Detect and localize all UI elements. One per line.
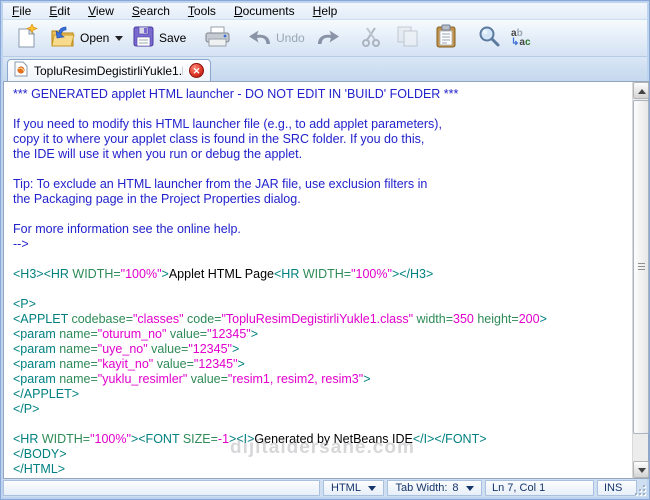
scroll-up-button[interactable] [633, 82, 649, 99]
tab-width-label: Tab Width: [395, 482, 448, 494]
code-line: <param name="yuklu_resimler" value="resi… [13, 372, 371, 386]
tab-width-dropdown[interactable]: Tab Width: 8 [387, 480, 482, 496]
undo-button-label: Undo [276, 31, 305, 45]
save-button[interactable]: Save [129, 23, 189, 53]
menu-edit[interactable]: Edit [40, 3, 79, 20]
code-line: the IDE will use it when you run or debu… [13, 147, 303, 161]
insert-mode-value: INS [604, 482, 623, 494]
new-file-icon [16, 23, 38, 52]
new-file-button[interactable] [13, 23, 41, 53]
code-line: the Packaging page in the Project Proper… [13, 192, 301, 206]
code-line: --> [13, 237, 29, 251]
open-button-label: Open [80, 31, 110, 45]
undo-icon [248, 27, 272, 49]
menubar: File Edit View Search Tools Documents Help [3, 3, 647, 20]
code-line: <param name="uye_no" value="12345"> [13, 342, 240, 356]
code-line: For more information see the online help… [13, 222, 241, 236]
scrollbar-thumb[interactable] [633, 100, 649, 434]
scroll-up-arrow-icon [638, 89, 646, 94]
tab-width-arrow-icon [465, 485, 474, 491]
code-line: <H3><HR WIDTH="100%">Applet HTML Page<HR… [13, 267, 434, 281]
code-line: </BODY> [13, 447, 67, 461]
editor-pane[interactable]: *** GENERATED applet HTML launcher - DO … [3, 81, 649, 479]
caret-position-value: Ln 7, Col 1 [492, 482, 546, 494]
code-line: <HR WIDTH="100%"><FONT SIZE=-1><I>Genera… [13, 432, 487, 446]
tab-topluresimdegistirliyukle1[interactable]: TopluResimDegistirliYukle1.html ✕ [7, 59, 211, 81]
caret-position-panel: Ln 7, Col 1 [485, 480, 594, 496]
copy-pages-icon [396, 25, 420, 51]
toolbar: Open Save Undo ab ↳ac [3, 20, 647, 57]
code-line: <APPLET codebase="classes" code="TopluRe… [13, 312, 547, 326]
statusbar: HTML Tab Width: 8 Ln 7, Col 1 INS [3, 479, 647, 497]
print-button[interactable] [201, 23, 234, 53]
code-line: </P> [13, 402, 40, 416]
menu-view[interactable]: View [79, 3, 123, 20]
scroll-down-arrow-icon [638, 468, 646, 473]
tab-width-value: 8 [452, 482, 459, 494]
code-line: <param name="kayit_no" value="12345"> [13, 357, 245, 371]
editor-window: File Edit View Search Tools Documents Help Ope [0, 0, 650, 500]
syntax-mode-value: HTML [331, 482, 361, 494]
open-dropdown-arrow-icon[interactable] [115, 35, 124, 41]
menu-file[interactable]: File [3, 3, 40, 20]
tab-title: TopluResimDegistirliYukle1.html [34, 63, 183, 78]
menu-documents[interactable]: Documents [225, 3, 304, 20]
search-magnifier-icon [478, 25, 501, 51]
code-line: Tip: To exclude an HTML launcher from th… [13, 177, 428, 191]
code-line: </APPLET> [13, 387, 80, 401]
scrollbar-grip-icon [638, 263, 645, 271]
code-line: *** GENERATED applet HTML launcher - DO … [13, 87, 459, 101]
code-lines[interactable]: *** GENERATED applet HTML launcher - DO … [4, 82, 631, 478]
resize-grip-icon[interactable] [634, 484, 646, 496]
replace-ab-ac-icon: ab ↳ac [511, 28, 531, 48]
cut-scissors-icon [360, 25, 383, 51]
cut-button[interactable] [357, 23, 386, 53]
tabbar: TopluResimDegistirliYukle1.html ✕ [3, 57, 647, 81]
insert-mode-panel[interactable]: INS [597, 480, 637, 496]
open-button[interactable]: Open [47, 23, 126, 53]
html-file-icon [14, 61, 28, 80]
syntax-mode-arrow-icon [367, 485, 376, 491]
status-message-panel [3, 480, 320, 496]
save-floppy-icon [132, 25, 155, 51]
print-icon [204, 26, 231, 51]
replace-button[interactable]: ab ↳ac [508, 23, 534, 53]
code-line: <param name="oturum_no" value="12345"> [13, 327, 259, 341]
paste-clipboard-icon [434, 24, 458, 52]
scroll-down-button[interactable] [633, 461, 649, 478]
code-line: </HTML> [13, 462, 66, 476]
menu-search[interactable]: Search [123, 3, 179, 20]
menu-tools[interactable]: Tools [179, 3, 225, 20]
find-button[interactable] [475, 23, 504, 53]
redo-icon [316, 27, 340, 49]
save-button-label: Save [159, 31, 187, 45]
open-folder-icon [50, 25, 76, 51]
code-line: <P> [13, 297, 36, 311]
code-line: copy it to where your applet class is fo… [13, 132, 425, 146]
menu-help[interactable]: Help [304, 3, 347, 20]
undo-button[interactable]: Undo [245, 23, 308, 53]
code-line: If you need to modify this HTML launcher… [13, 117, 442, 131]
vertical-scrollbar[interactable] [632, 82, 649, 478]
copy-button[interactable] [393, 23, 423, 53]
tab-close-icon[interactable]: ✕ [189, 63, 204, 78]
syntax-mode-dropdown[interactable]: HTML [323, 480, 384, 496]
redo-button[interactable] [313, 23, 343, 53]
paste-button[interactable] [431, 23, 461, 53]
